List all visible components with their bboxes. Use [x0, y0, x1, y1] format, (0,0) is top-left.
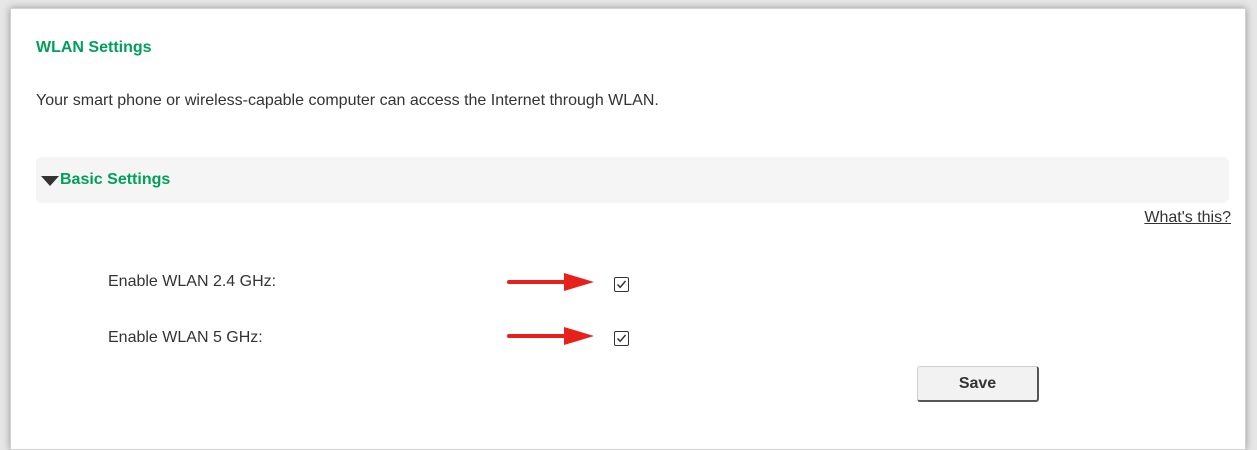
wlan-settings-panel: WLAN Settings Your smart phone or wirele… — [10, 8, 1246, 450]
save-button[interactable]: Save — [917, 366, 1039, 402]
red-arrow-right-icon — [507, 327, 594, 345]
whats-this-link[interactable]: What's this? — [1144, 209, 1231, 227]
basic-settings-title: Basic Settings — [60, 171, 171, 188]
enable-wlan-24ghz-checkbox[interactable] — [614, 277, 629, 292]
enable-wlan-24ghz-label: Enable WLAN 2.4 GHz: — [108, 273, 277, 290]
enable-wlan-5ghz-checkbox[interactable] — [614, 331, 629, 346]
checkmark-icon — [616, 280, 627, 289]
caret-down-icon[interactable] — [41, 176, 59, 186]
page-description: Your smart phone or wireless-capable com… — [36, 92, 659, 109]
basic-settings-header[interactable]: Basic Settings — [36, 157, 1229, 203]
page-title: WLAN Settings — [36, 39, 152, 56]
enable-wlan-5ghz-label: Enable WLAN 5 GHz: — [108, 329, 263, 346]
red-arrow-right-icon — [507, 273, 594, 291]
checkmark-icon — [616, 334, 627, 343]
